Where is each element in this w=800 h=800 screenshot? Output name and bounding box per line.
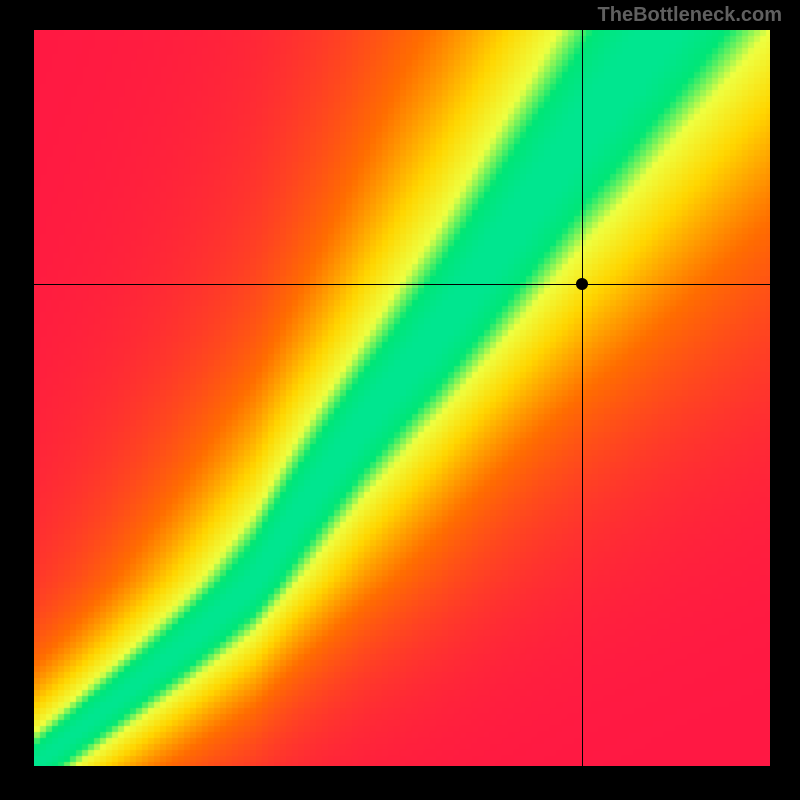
heatmap-canvas (34, 30, 770, 766)
watermark-text: TheBottleneck.com (598, 4, 782, 27)
chart-container: TheBottleneck.com (0, 0, 800, 800)
crosshair-vertical (582, 30, 583, 766)
data-point-marker (576, 278, 588, 290)
crosshair-horizontal (34, 284, 770, 285)
plot-area (34, 30, 770, 766)
